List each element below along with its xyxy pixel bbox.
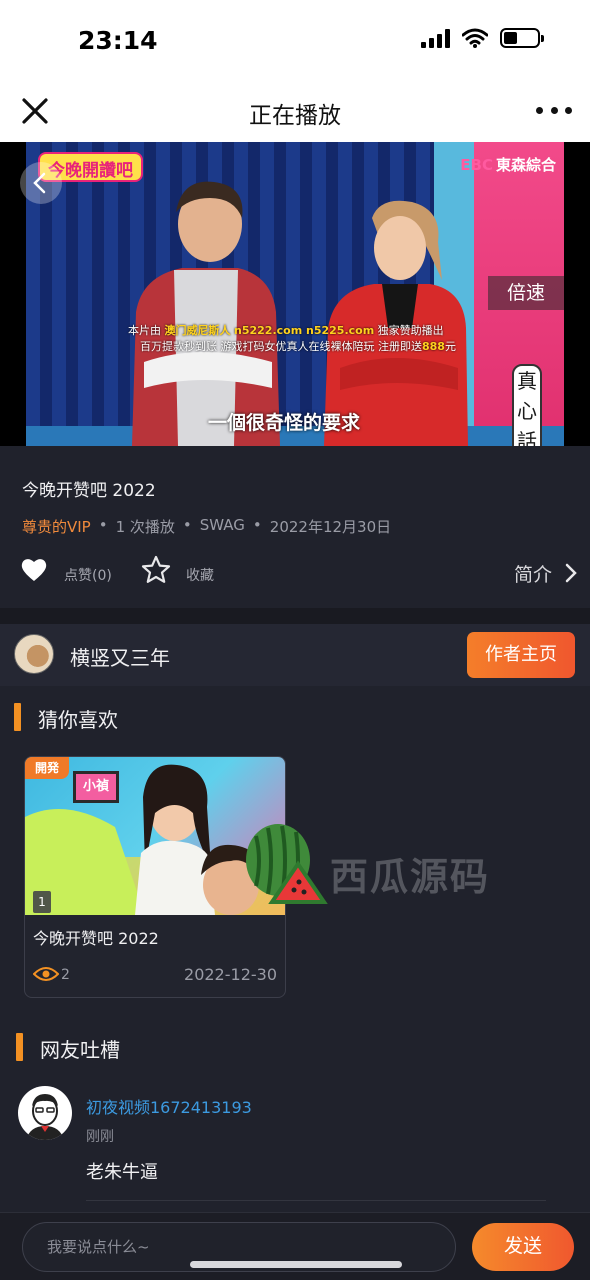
episode-badge: 1 bbox=[33, 891, 51, 913]
commenter-name[interactable]: 初夜视频1672413193 bbox=[86, 1094, 252, 1118]
video-title: 今晚开赞吧 2022 bbox=[22, 481, 156, 501]
wifi-icon bbox=[462, 28, 488, 48]
intro-link[interactable]: 简介 bbox=[514, 560, 552, 587]
section-title-comments: 网友吐槽 bbox=[40, 1038, 120, 1062]
nav-header: 正在播放 bbox=[0, 80, 590, 142]
back-button[interactable] bbox=[20, 162, 62, 204]
comment-divider bbox=[86, 1200, 546, 1201]
status-bar: 23:14 bbox=[0, 0, 590, 80]
video-meta: 尊贵的VIP • 1 次播放 • SWAG • 2022年12月30日 bbox=[22, 516, 392, 536]
author-home-button[interactable]: 作者主页 bbox=[467, 632, 575, 678]
heart-icon[interactable] bbox=[20, 556, 48, 584]
thumbnail-badge: 開発 bbox=[25, 757, 69, 779]
card-title[interactable]: 今晚开赞吧 2022 bbox=[33, 925, 159, 949]
divider bbox=[0, 608, 590, 624]
ad-line-2: 百万提款秒到账 游戏打码女优真人在线裸体陪玩 注册即送888元 bbox=[140, 340, 456, 353]
section-title-recommend: 猜你喜欢 bbox=[38, 708, 118, 732]
section-accent-bar bbox=[16, 1033, 23, 1061]
user-avatar-icon bbox=[19, 1087, 71, 1140]
watermark: 西瓜源码 bbox=[330, 855, 491, 899]
favorite-label[interactable]: 收藏 bbox=[186, 565, 214, 585]
video-player[interactable]: 今晚開讚吧 EBC東森綜合 真心話時間 本片由 澳门威尼斯人 n5222.com… bbox=[0, 142, 590, 446]
status-time: 23:14 bbox=[78, 26, 158, 55]
person-left-image bbox=[132, 181, 280, 446]
status-icons bbox=[421, 28, 544, 48]
video-subtitle: 一個很奇怪的要求 bbox=[208, 412, 361, 434]
ad-line-1: 本片由 澳门威尼斯人 n5222.com n5225.com 独家赞助播出 bbox=[128, 324, 444, 337]
card-date: 2022-12-30 bbox=[184, 965, 277, 984]
view-count: 2 bbox=[61, 967, 70, 983]
uploader: SWAG bbox=[199, 516, 245, 534]
side-caption: 真心話時間 bbox=[512, 364, 542, 446]
signal-icon bbox=[421, 28, 450, 48]
vip-label: 尊贵的VIP bbox=[22, 518, 91, 536]
action-row: 点赞(0) 收藏 简介 bbox=[20, 554, 580, 590]
battery-icon bbox=[500, 28, 544, 48]
send-button[interactable]: 发送 bbox=[472, 1223, 574, 1271]
author-bar: 横竖又三年 作者主页 bbox=[0, 624, 590, 686]
play-count: 1 次播放 bbox=[115, 518, 175, 536]
home-indicator bbox=[190, 1261, 402, 1268]
comment-time: 刚刚 bbox=[86, 1129, 114, 1145]
speed-button[interactable]: 倍速 bbox=[488, 276, 564, 310]
section-accent-bar bbox=[14, 703, 21, 731]
like-label[interactable]: 点赞(0) bbox=[64, 565, 112, 585]
watermelon-icon bbox=[246, 824, 328, 904]
commenter-avatar[interactable] bbox=[18, 1086, 72, 1140]
comment-input-bar: 发送 bbox=[0, 1212, 590, 1280]
avatar[interactable] bbox=[14, 634, 54, 674]
chevron-right-icon[interactable] bbox=[564, 562, 578, 584]
video-frame bbox=[26, 142, 564, 446]
publish-date: 2022年12月30日 bbox=[269, 518, 392, 536]
page-title: 正在播放 bbox=[249, 103, 341, 129]
thumbnail-sign: 小禎 bbox=[73, 771, 119, 803]
comment-text: 老朱牛逼 bbox=[86, 1162, 158, 1183]
channel-label: EBC 東森綜合 bbox=[460, 156, 556, 174]
star-icon[interactable] bbox=[140, 554, 172, 586]
more-icon[interactable] bbox=[536, 98, 572, 122]
author-name[interactable]: 横竖又三年 bbox=[70, 642, 170, 671]
eye-icon bbox=[33, 967, 59, 981]
chevron-left-icon bbox=[33, 172, 46, 194]
